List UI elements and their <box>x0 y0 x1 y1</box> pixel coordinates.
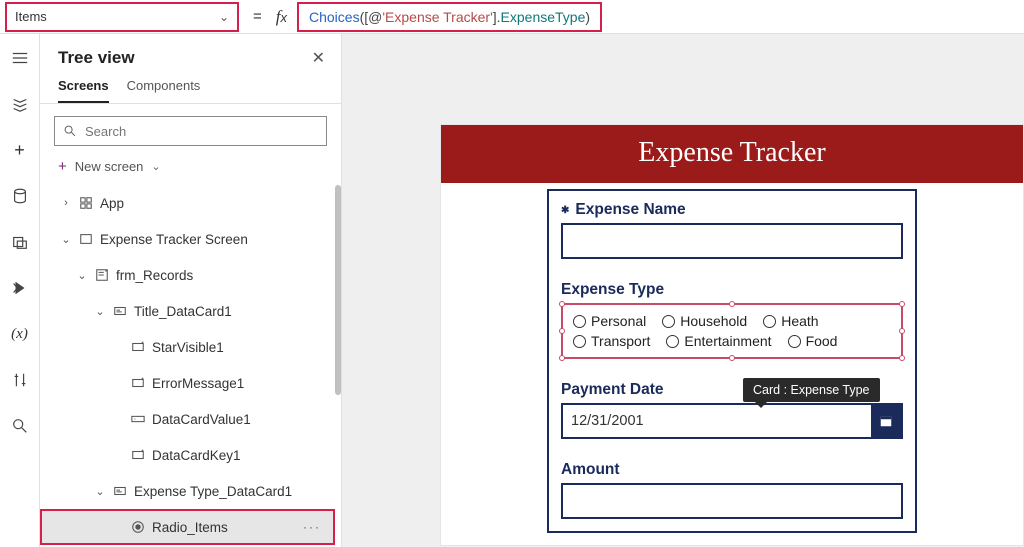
tree-node-app[interactable]: › App <box>40 185 335 221</box>
search-icon <box>63 124 77 138</box>
date-text[interactable] <box>563 405 871 437</box>
rail-insert-button[interactable]: + <box>8 138 32 162</box>
radio-icon <box>130 519 146 535</box>
form-icon <box>94 267 110 283</box>
tree-panel: Tree view ✕ Screens Components + New scr… <box>40 34 342 547</box>
tree-node-error[interactable]: ErrorMessage1 <box>40 365 335 401</box>
left-rail: + (x) <box>0 34 40 547</box>
rail-search-button[interactable] <box>8 414 32 438</box>
app-preview: Expense Tracker ✱Expense Name Expense Ty… <box>440 124 1024 546</box>
expense-name-input[interactable] <box>561 223 903 259</box>
datacard-icon <box>112 483 128 499</box>
radio-option[interactable]: Food <box>788 333 838 349</box>
tree-node-star[interactable]: StarVisible1 <box>40 329 335 365</box>
datacard-icon <box>112 303 128 319</box>
radio-option[interactable]: Personal <box>573 313 646 329</box>
label-icon <box>130 339 146 355</box>
chevron-down-icon: ⌄ <box>151 160 160 173</box>
rail-tools-button[interactable] <box>8 368 32 392</box>
selection-handle[interactable] <box>899 301 905 307</box>
tree-node-title-card[interactable]: ⌄ Title_DataCard1 <box>40 293 335 329</box>
card-expense-type[interactable]: Expense Type Personal Household Heath Tr… <box>549 271 915 371</box>
selection-handle[interactable] <box>729 301 735 307</box>
equals-label: = <box>239 8 276 25</box>
tree-node-value[interactable]: DataCardValue1 <box>40 401 335 437</box>
tree-node-screen[interactable]: ⌄ Expense Tracker Screen <box>40 221 335 257</box>
label-icon <box>130 447 146 463</box>
formula-input[interactable]: Choices([@'Expense Tracker'].ExpenseType… <box>297 2 602 32</box>
payment-date-input[interactable] <box>561 403 903 439</box>
rail-media-button[interactable] <box>8 230 32 254</box>
rail-power-button[interactable] <box>8 276 32 300</box>
chevron-down-icon: ⌄ <box>219 10 229 24</box>
tree-node-form[interactable]: ⌄ frm_Records <box>40 257 335 293</box>
tab-components[interactable]: Components <box>127 78 201 103</box>
more-button[interactable]: ··· <box>303 520 321 534</box>
selection-handle[interactable] <box>559 328 565 334</box>
selection-handle[interactable] <box>729 355 735 361</box>
required-icon: ✱ <box>561 205 569 216</box>
chevron-down-icon: ⌄ <box>76 269 88 282</box>
radio-items-control[interactable]: Personal Household Heath Transport Enter… <box>561 303 903 359</box>
form-records: ✱Expense Name Expense Type Personal Hous… <box>547 189 917 533</box>
radio-option[interactable]: Transport <box>573 333 650 349</box>
chevron-down-icon: ⌄ <box>94 305 106 318</box>
card-tooltip: Card : Expense Type <box>743 378 880 402</box>
chevron-right-icon: › <box>60 197 72 209</box>
tree-node-type-card[interactable]: ⌄ Expense Type_DataCard1 <box>40 473 335 509</box>
rail-data-button[interactable] <box>8 184 32 208</box>
app-icon <box>78 195 94 211</box>
card-expense-name[interactable]: ✱Expense Name <box>549 191 915 271</box>
canvas[interactable]: Expense Tracker ✱Expense Name Expense Ty… <box>342 34 1024 547</box>
screen-icon <box>78 231 94 247</box>
calendar-icon[interactable] <box>871 405 901 437</box>
selection-handle[interactable] <box>559 355 565 361</box>
property-dropdown[interactable]: Items ⌄ <box>5 2 239 32</box>
fx-icon[interactable]: fx <box>276 7 297 27</box>
plus-icon: + <box>58 158 67 175</box>
tree-node-radio[interactable]: Radio_Items ··· <box>40 509 335 545</box>
chevron-down-icon: ⌄ <box>60 233 72 246</box>
rail-variables-button[interactable]: (x) <box>8 322 32 346</box>
textinput-icon <box>130 411 146 427</box>
property-name: Items <box>15 9 47 24</box>
radio-option[interactable]: Household <box>662 313 747 329</box>
new-screen-button[interactable]: + New screen ⌄ <box>40 152 341 185</box>
selection-handle[interactable] <box>899 355 905 361</box>
selection-handle[interactable] <box>899 328 905 334</box>
panel-title: Tree view <box>58 48 135 68</box>
app-title: Expense Tracker <box>441 125 1023 183</box>
search-field[interactable] <box>85 124 318 139</box>
label-icon <box>130 375 146 391</box>
radio-option[interactable]: Entertainment <box>666 333 771 349</box>
card-amount[interactable]: Amount <box>549 451 915 531</box>
scrollbar[interactable] <box>335 185 341 395</box>
radio-option[interactable]: Heath <box>763 313 818 329</box>
tree-node-key[interactable]: DataCardKey1 <box>40 437 335 473</box>
selection-handle[interactable] <box>559 301 565 307</box>
rail-menu-button[interactable] <box>8 46 32 70</box>
close-icon[interactable]: ✕ <box>312 48 325 68</box>
rail-tree-button[interactable] <box>8 92 32 116</box>
amount-input[interactable] <box>561 483 903 519</box>
chevron-down-icon: ⌄ <box>94 485 106 498</box>
search-input[interactable] <box>54 116 327 146</box>
tab-screens[interactable]: Screens <box>58 78 109 103</box>
